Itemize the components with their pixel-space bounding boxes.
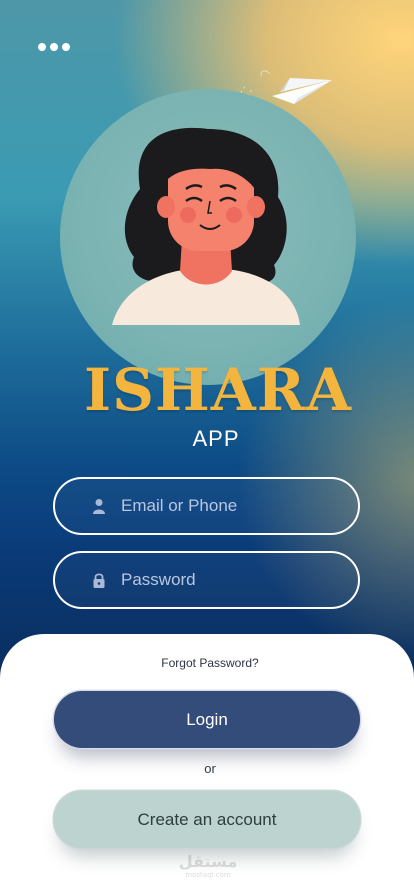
app-subtitle: APP	[192, 426, 240, 451]
app-title: ISHARA	[83, 356, 353, 424]
forgot-password-link[interactable]: Forgot Password?	[0, 656, 414, 670]
email-input[interactable]	[121, 496, 331, 516]
login-screen: ISHARA APP Forgot Password? Login or Cre…	[0, 0, 414, 896]
watermark-sub: mostaql.com	[185, 871, 231, 879]
watermark-main: مستقل	[178, 852, 238, 871]
login-button[interactable]: Login	[54, 691, 360, 748]
menu-dot	[62, 43, 70, 51]
avatar	[60, 89, 356, 385]
woman-avatar-illustration	[112, 127, 300, 325]
email-field[interactable]	[53, 477, 360, 535]
watermark-logo: مستقل mostaql.com	[178, 852, 238, 882]
password-field[interactable]	[53, 551, 360, 609]
user-icon	[93, 499, 105, 514]
create-account-button[interactable]: Create an account	[54, 791, 360, 848]
lock-icon	[93, 573, 105, 588]
menu-dot	[50, 43, 58, 51]
password-input[interactable]	[121, 570, 331, 590]
more-horizontal-icon[interactable]	[38, 42, 72, 52]
menu-dot	[38, 43, 46, 51]
or-divider-label: or	[204, 761, 216, 776]
